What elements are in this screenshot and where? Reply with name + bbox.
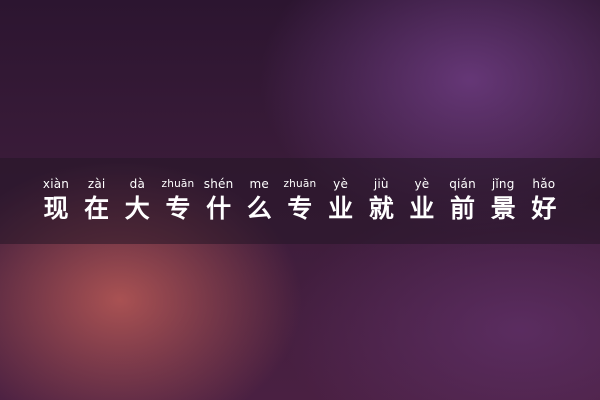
char-4: zhuān 专 xyxy=(158,176,198,224)
pinyin: yè xyxy=(333,177,349,191)
hanzi: 前 xyxy=(450,194,476,223)
pinyin: dà xyxy=(129,177,145,191)
pinyin: me xyxy=(249,177,270,191)
pinyin: yè xyxy=(414,177,430,191)
hanzi: 专 xyxy=(165,194,191,223)
pinyin: jǐng xyxy=(491,177,515,191)
char-3: dà 大 xyxy=(117,176,157,224)
hanzi: 景 xyxy=(490,194,516,223)
char-1: xiàn 现 xyxy=(36,176,76,224)
char-8: yè 业 xyxy=(321,176,361,224)
pinyin: shén xyxy=(203,177,234,191)
hanzi: 什 xyxy=(206,194,232,223)
char-6: me 么 xyxy=(239,176,279,224)
pinyin: zhuān xyxy=(283,178,317,190)
hanzi: 就 xyxy=(368,194,394,223)
hanzi: 业 xyxy=(328,194,354,223)
char-10: yè 业 xyxy=(402,176,442,224)
pinyin: xiàn xyxy=(42,177,70,191)
char-5: shén 什 xyxy=(199,176,239,224)
char-12: jǐng 景 xyxy=(483,176,523,224)
hanzi: 现 xyxy=(43,194,69,223)
hanzi: 大 xyxy=(124,194,150,223)
pinyin-title: xiàn 现 zài 在 dà 大 zhuān 专 shén 什 me 么 zh… xyxy=(36,176,564,224)
char-9: jiù 就 xyxy=(361,176,401,224)
char-7: zhuān 专 xyxy=(280,176,320,224)
hanzi: 在 xyxy=(84,194,110,223)
pinyin: hǎo xyxy=(532,177,556,191)
hanzi: 专 xyxy=(287,194,313,223)
pinyin: qián xyxy=(449,177,476,191)
pinyin: zhuān xyxy=(161,178,195,190)
char-13: hǎo 好 xyxy=(524,176,564,224)
hanzi: 么 xyxy=(246,194,272,223)
pinyin: jiù xyxy=(373,177,389,191)
char-11: qián 前 xyxy=(443,176,483,224)
hanzi: 业 xyxy=(409,194,435,223)
char-2: zài 在 xyxy=(77,176,117,224)
pinyin: zài xyxy=(87,177,106,191)
hanzi: 好 xyxy=(531,194,557,223)
